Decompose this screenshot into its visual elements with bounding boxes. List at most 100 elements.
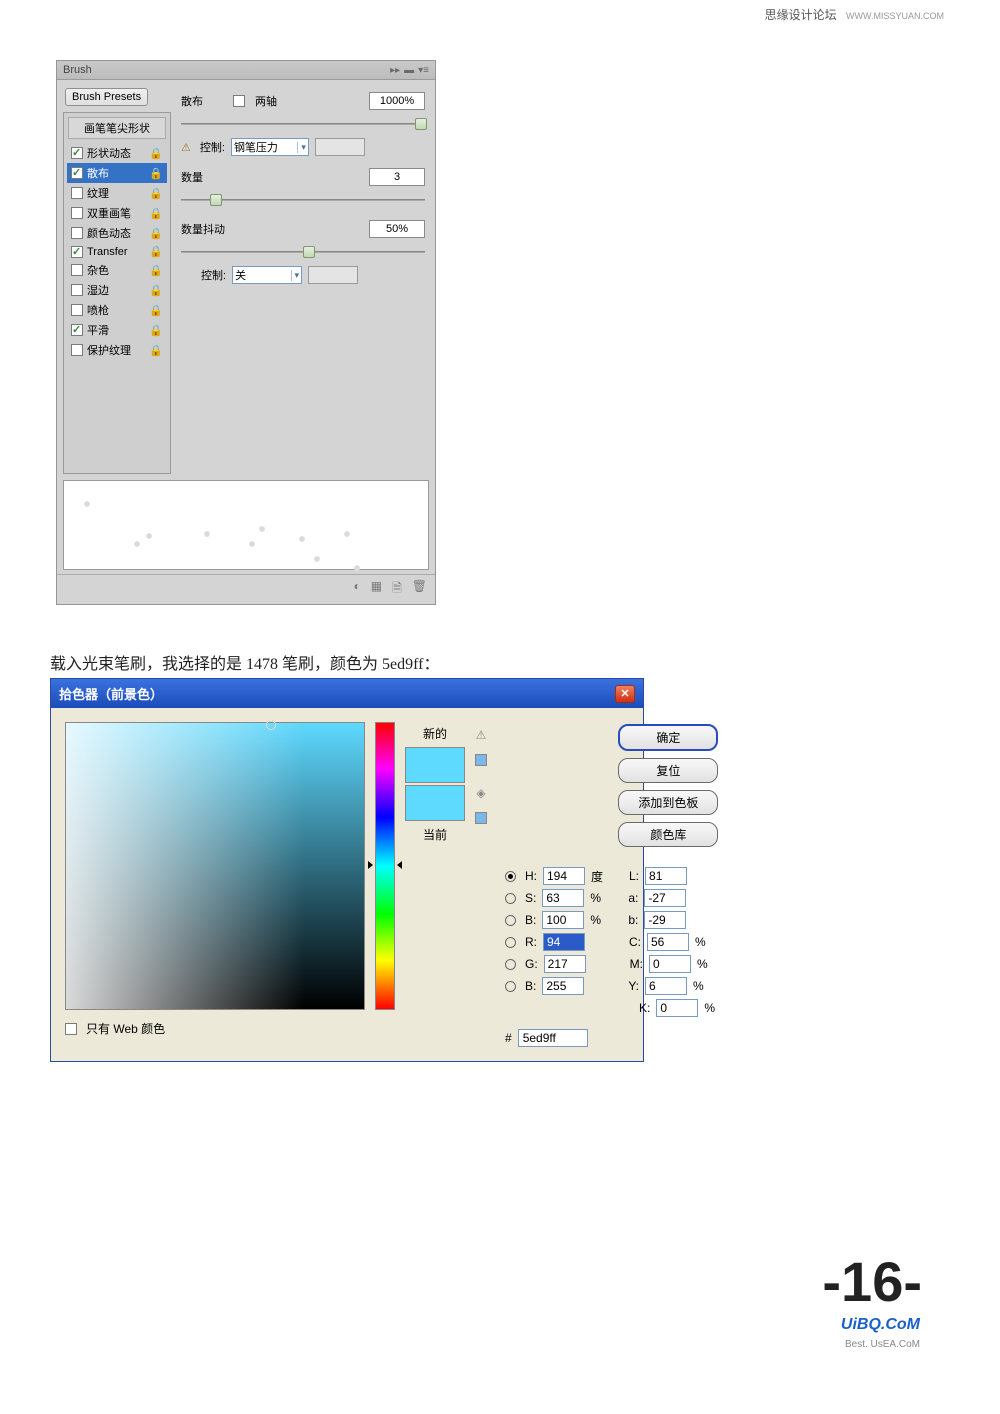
- trash-icon[interactable]: 🗑: [412, 579, 427, 600]
- lock-icon[interactable]: 🔒: [149, 324, 163, 337]
- brush-tip-shape[interactable]: 画笔笔尖形状: [68, 117, 166, 139]
- color-library-button[interactable]: 颜色库: [618, 822, 718, 847]
- cube-icon[interactable]: ◈: [476, 786, 485, 800]
- option-checkbox[interactable]: [71, 227, 83, 239]
- K-input[interactable]: [656, 999, 698, 1017]
- option-label: 湿边: [87, 282, 109, 298]
- websafe-swatch[interactable]: [475, 812, 487, 824]
- gamut-warning-icon[interactable]: ⚠: [476, 728, 487, 742]
- control1-dropdown[interactable]: 钢笔压力▾: [231, 138, 309, 156]
- B-radio[interactable]: [505, 981, 516, 992]
- count-slider[interactable]: [181, 192, 425, 208]
- add-swatch-button[interactable]: 添加到色板: [618, 790, 718, 815]
- brush-option-3[interactable]: 双重画笔 🔒: [67, 203, 167, 223]
- B-radio[interactable]: [505, 915, 516, 926]
- brush-option-10[interactable]: 保护纹理🔒: [67, 340, 167, 360]
- control2-extra: [308, 266, 358, 284]
- B-input[interactable]: [542, 911, 584, 929]
- option-checkbox[interactable]: [71, 167, 83, 179]
- R-radio[interactable]: [505, 937, 516, 948]
- warning-icon: ⚠: [181, 141, 191, 154]
- option-label: Transfer: [87, 246, 128, 258]
- panel-title: Brush: [63, 64, 390, 76]
- toggle-icon[interactable]: ◐: [354, 579, 361, 600]
- L-input[interactable]: [645, 867, 687, 885]
- brush-option-7[interactable]: 湿边 🔒: [67, 280, 167, 300]
- option-label: 颜色动态: [87, 225, 131, 241]
- S-radio[interactable]: [505, 893, 516, 904]
- brush-option-9[interactable]: 平滑🔒: [67, 320, 167, 340]
- lock-icon[interactable]: 🔒: [149, 147, 163, 160]
- reset-button[interactable]: 复位: [618, 758, 718, 783]
- lock-icon[interactable]: 🔒: [149, 167, 163, 180]
- color-field[interactable]: [65, 722, 365, 1010]
- brush-option-5[interactable]: Transfer 🔒: [67, 243, 167, 260]
- lock-icon[interactable]: 🔒: [149, 284, 163, 297]
- G-input[interactable]: [544, 955, 586, 973]
- hue-slider[interactable]: [375, 722, 395, 1010]
- menu-icon[interactable]: ▾≡: [418, 65, 429, 76]
- hex-label: #: [505, 1031, 512, 1045]
- minimize-icon[interactable]: ▬: [404, 65, 414, 76]
- both-axes-checkbox[interactable]: [233, 95, 245, 107]
- S-input[interactable]: [542, 889, 584, 907]
- brush-option-2[interactable]: 纹理🔒: [67, 183, 167, 203]
- H-input[interactable]: [543, 867, 585, 885]
- current-color-label: 当前: [423, 826, 447, 843]
- option-checkbox[interactable]: [71, 324, 83, 336]
- hex-input[interactable]: [518, 1029, 588, 1047]
- C-input[interactable]: [647, 933, 689, 951]
- color-field-cursor[interactable]: [266, 720, 276, 730]
- option-checkbox[interactable]: [71, 284, 83, 296]
- lock-icon[interactable]: 🔒: [149, 227, 163, 240]
- lock-icon[interactable]: 🔒: [149, 344, 163, 357]
- option-label: 散布: [87, 165, 109, 181]
- gamut-swatch[interactable]: [475, 754, 487, 766]
- current-color-swatch: [405, 785, 465, 821]
- G-radio[interactable]: [505, 959, 516, 970]
- option-label: 杂色: [87, 262, 109, 278]
- scatter-slider[interactable]: [181, 116, 425, 132]
- web-only-checkbox[interactable]: [65, 1023, 77, 1035]
- brush-option-8[interactable]: 喷枪🔒: [67, 300, 167, 320]
- lock-icon[interactable]: 🔒: [149, 304, 163, 317]
- option-checkbox[interactable]: [71, 207, 83, 219]
- lock-icon[interactable]: 🔒: [149, 207, 163, 220]
- option-checkbox[interactable]: [71, 304, 83, 316]
- option-checkbox[interactable]: [71, 264, 83, 276]
- brush-presets-button[interactable]: Brush Presets: [65, 88, 148, 106]
- collapse-icon[interactable]: ▸▸: [390, 65, 400, 76]
- count-value[interactable]: [369, 168, 425, 186]
- option-label: 双重画笔: [87, 205, 131, 221]
- R-input[interactable]: [543, 933, 585, 951]
- lock-icon[interactable]: 🔒: [149, 264, 163, 277]
- b-input[interactable]: [644, 911, 686, 929]
- close-button[interactable]: ✕: [615, 685, 635, 703]
- ok-button[interactable]: 确定: [618, 724, 718, 751]
- brush-option-0[interactable]: 形状动态🔒: [67, 143, 167, 163]
- control2-dropdown[interactable]: 关▾: [232, 266, 302, 284]
- brush-option-6[interactable]: 杂色 🔒: [67, 260, 167, 280]
- M-input[interactable]: [649, 955, 691, 973]
- brush-option-1[interactable]: 散布 🔒: [67, 163, 167, 183]
- brush-option-4[interactable]: 颜色动态 🔒: [67, 223, 167, 243]
- scatter-value[interactable]: [369, 92, 425, 110]
- doc-icon[interactable]: 🗎: [392, 579, 402, 600]
- Y-input[interactable]: [645, 977, 687, 995]
- both-axes-label: 两轴: [255, 93, 277, 109]
- new-icon[interactable]: ▦: [371, 579, 382, 600]
- H-radio[interactable]: [505, 871, 516, 882]
- option-checkbox[interactable]: [71, 147, 83, 159]
- count-jitter-value[interactable]: [369, 220, 425, 238]
- option-checkbox[interactable]: [71, 246, 83, 258]
- count-jitter-slider[interactable]: [181, 244, 425, 260]
- color-picker-titlebar: 拾色器（前景色） ✕: [51, 679, 643, 708]
- scatter-label: 散布: [181, 93, 227, 109]
- option-checkbox[interactable]: [71, 344, 83, 356]
- B-input[interactable]: [542, 977, 584, 995]
- option-checkbox[interactable]: [71, 187, 83, 199]
- watermark-sub: Best. UsEA.CoM: [845, 1339, 920, 1350]
- lock-icon[interactable]: 🔒: [149, 245, 163, 258]
- lock-icon[interactable]: 🔒: [149, 187, 163, 200]
- a-input[interactable]: [644, 889, 686, 907]
